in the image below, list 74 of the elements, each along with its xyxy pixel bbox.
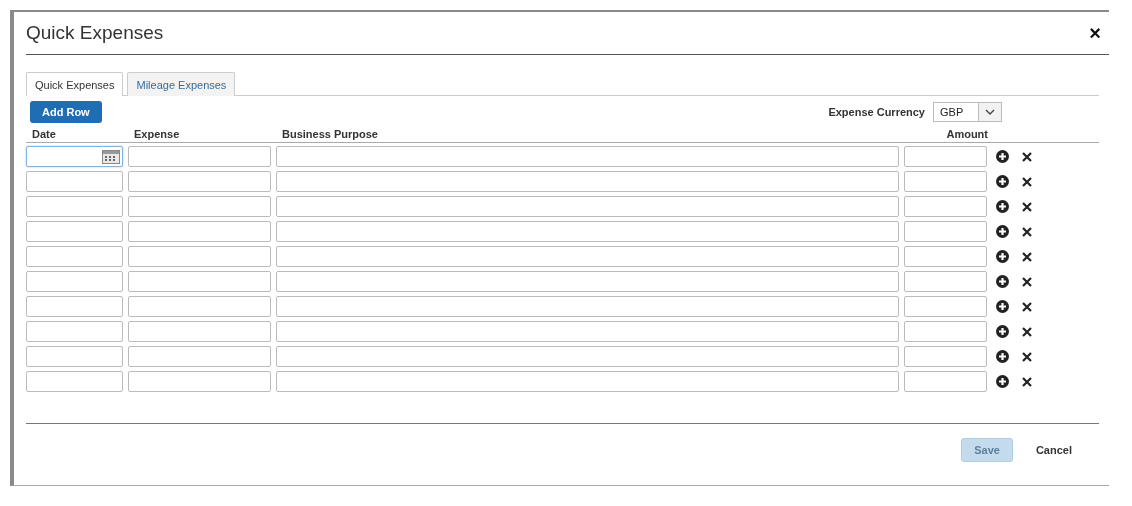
amount-field[interactable] — [904, 246, 987, 267]
delete-icon[interactable] — [1022, 276, 1032, 287]
column-header: Expense — [133, 128, 181, 140]
date-field[interactable] — [26, 171, 123, 192]
plus-circle-icon[interactable] — [995, 225, 1009, 238]
amount-field[interactable] — [904, 196, 987, 217]
plus-circle-icon[interactable] — [995, 175, 1009, 188]
date-field[interactable] — [26, 196, 123, 217]
amount-field[interactable] — [904, 271, 987, 292]
business-purpose-field[interactable] — [276, 221, 899, 242]
expense-field[interactable] — [128, 371, 271, 392]
currency-label: Expense Currency — [828, 106, 925, 118]
column-header: Amount — [945, 128, 988, 140]
amount-field[interactable] — [904, 221, 987, 242]
currency-dropdown[interactable]: GBP — [933, 102, 1002, 122]
delete-icon[interactable] — [1022, 226, 1032, 237]
tab[interactable]: Quick Expenses — [26, 72, 124, 96]
date-field[interactable] — [26, 271, 123, 292]
plus-circle-icon[interactable] — [995, 200, 1009, 213]
delete-icon[interactable] — [1022, 301, 1032, 312]
delete-icon[interactable] — [1022, 251, 1032, 262]
business-purpose-field[interactable] — [276, 321, 899, 342]
date-field[interactable] — [26, 296, 123, 317]
business-purpose-field[interactable] — [276, 271, 899, 292]
amount-field[interactable] — [904, 321, 987, 342]
date-field[interactable] — [26, 146, 123, 167]
expense-field[interactable] — [128, 221, 271, 242]
calendar-icon[interactable] — [102, 149, 120, 164]
expense-field[interactable] — [128, 321, 271, 342]
amount-field[interactable] — [904, 371, 987, 392]
amount-field[interactable] — [904, 171, 987, 192]
expense-field[interactable] — [128, 146, 271, 167]
expense-field[interactable] — [128, 271, 271, 292]
delete-icon[interactable] — [1022, 176, 1032, 187]
plus-circle-icon[interactable] — [995, 275, 1009, 288]
plus-circle-icon[interactable] — [995, 250, 1009, 263]
date-field[interactable] — [26, 246, 123, 267]
plus-circle-icon[interactable] — [995, 350, 1009, 363]
business-purpose-field[interactable] — [276, 371, 899, 392]
expense-field[interactable] — [128, 196, 271, 217]
amount-field[interactable] — [904, 296, 987, 317]
business-purpose-field[interactable] — [276, 171, 899, 192]
amount-field[interactable] — [904, 346, 987, 367]
delete-icon[interactable] — [1022, 376, 1032, 387]
delete-icon[interactable] — [1022, 326, 1032, 337]
plus-circle-icon[interactable] — [995, 300, 1009, 313]
expense-field[interactable] — [128, 296, 271, 317]
business-purpose-field[interactable] — [276, 196, 899, 217]
add-row-button[interactable]: Add Row — [30, 101, 102, 123]
footer-button[interactable]: Cancel — [1022, 438, 1085, 462]
date-field[interactable] — [26, 346, 123, 367]
business-purpose-field[interactable] — [276, 246, 899, 267]
close-button[interactable]: × — [1089, 21, 1101, 45]
chevron-down-icon — [985, 109, 995, 115]
expense-field[interactable] — [128, 171, 271, 192]
plus-circle-icon[interactable] — [995, 150, 1009, 163]
expense-field[interactable] — [128, 246, 271, 267]
date-field[interactable] — [26, 221, 123, 242]
window-title: Quick Expenses — [26, 22, 164, 44]
business-purpose-field[interactable] — [276, 296, 899, 317]
date-field[interactable] — [26, 321, 123, 342]
delete-icon[interactable] — [1022, 151, 1032, 162]
business-purpose-field[interactable] — [276, 346, 899, 367]
tab[interactable]: Mileage Expenses — [127, 72, 236, 96]
amount-field[interactable] — [904, 146, 987, 167]
column-header: Date — [31, 128, 57, 140]
plus-circle-icon[interactable] — [995, 325, 1009, 338]
column-header: Business Purpose — [281, 128, 379, 140]
delete-icon[interactable] — [1022, 201, 1032, 212]
business-purpose-field[interactable] — [276, 146, 899, 167]
expense-field[interactable] — [128, 346, 271, 367]
delete-icon[interactable] — [1022, 351, 1032, 362]
date-field[interactable] — [26, 371, 123, 392]
plus-circle-icon[interactable] — [995, 375, 1009, 388]
